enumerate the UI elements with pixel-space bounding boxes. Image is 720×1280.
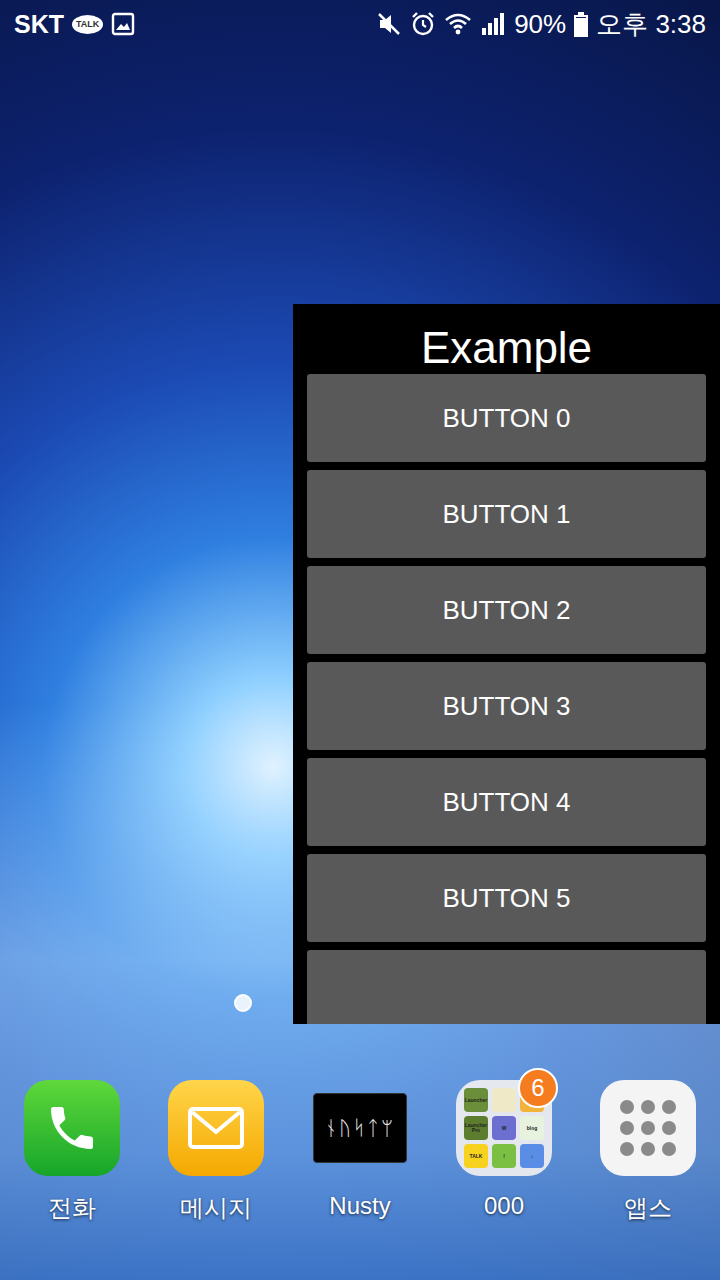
- signal-icon: [480, 11, 506, 37]
- folder-app-icon: Launcher Pro: [464, 1116, 488, 1140]
- nusty-logo-icon[interactable]: ᚾᚢᛋᛏᛘ: [313, 1093, 407, 1163]
- example-button[interactable]: BUTTON 1: [307, 470, 706, 558]
- dock: 전화 메시지 ᚾᚢᛋᛏᛘ Nusty Launcher Launcher ProWblog…: [0, 1060, 720, 1280]
- battery-icon: [574, 12, 588, 37]
- example-button[interactable]: BUTTON 4: [307, 758, 706, 846]
- image-icon: [111, 12, 135, 36]
- wifi-icon: [444, 11, 472, 37]
- folder-app-icon: [492, 1088, 516, 1112]
- app-label: 앱스: [624, 1192, 672, 1224]
- folder-app-icon: Launcher: [464, 1088, 488, 1112]
- status-bar: SKT TALK 90% 오후 3:38: [0, 0, 720, 48]
- window-title: Example: [293, 304, 720, 374]
- apps-grid-icon[interactable]: [600, 1080, 696, 1176]
- folder-app-icon: blog: [520, 1116, 544, 1140]
- dock-app[interactable]: 전화: [0, 1080, 144, 1280]
- battery-percent: 90%: [514, 9, 566, 40]
- folder-app-icon: !: [492, 1144, 516, 1168]
- app-label: 메시지: [180, 1192, 252, 1224]
- example-button[interactable]: BUTTON 2: [307, 566, 706, 654]
- app-label: 전화: [48, 1192, 96, 1224]
- example-button[interactable]: BUTTON 0: [307, 374, 706, 462]
- talk-notification-icon: TALK: [72, 15, 103, 34]
- dock-app[interactable]: ᚾᚢᛋᛏᛘ Nusty: [288, 1080, 432, 1280]
- page-indicator: [234, 994, 252, 1012]
- example-button[interactable]: [307, 950, 706, 1024]
- folder-icon[interactable]: LauncherLauncher ProWblogTALK!♪6: [456, 1080, 552, 1176]
- button-list: BUTTON 0BUTTON 1BUTTON 2BUTTON 3BUTTON 4…: [293, 374, 720, 1024]
- home-screen: SKT TALK 90% 오후 3:38 ExampleBUTTON 0BUTTON 1…: [0, 0, 720, 1280]
- example-window: ExampleBUTTON 0BUTTON 1BUTTON 2BUTTON 3B…: [293, 304, 720, 1024]
- folder-app-icon: ♪: [520, 1144, 544, 1168]
- phone-icon[interactable]: [24, 1080, 120, 1176]
- home-page: ExampleBUTTON 0BUTTON 1BUTTON 2BUTTON 3B…: [0, 48, 720, 1060]
- envelope-icon[interactable]: [168, 1080, 264, 1176]
- carrier: SKT: [14, 10, 64, 39]
- folder-app-icon: TALK: [464, 1144, 488, 1168]
- dock-app[interactable]: 앱스: [576, 1080, 720, 1280]
- notification-badge: 6: [518, 1068, 558, 1108]
- alarm-icon: [410, 11, 436, 37]
- mute-icon: [376, 11, 402, 37]
- example-button[interactable]: BUTTON 3: [307, 662, 706, 750]
- page-dot[interactable]: [234, 994, 252, 1012]
- app-label: 000: [484, 1192, 524, 1220]
- app-label: Nusty: [329, 1192, 390, 1220]
- folder-app-icon: W: [492, 1116, 516, 1140]
- dock-app[interactable]: LauncherLauncher ProWblogTALK!♪6000: [432, 1080, 576, 1280]
- dock-app[interactable]: 메시지: [144, 1080, 288, 1280]
- clock: 오후 3:38: [596, 7, 706, 42]
- example-button[interactable]: BUTTON 5: [307, 854, 706, 942]
